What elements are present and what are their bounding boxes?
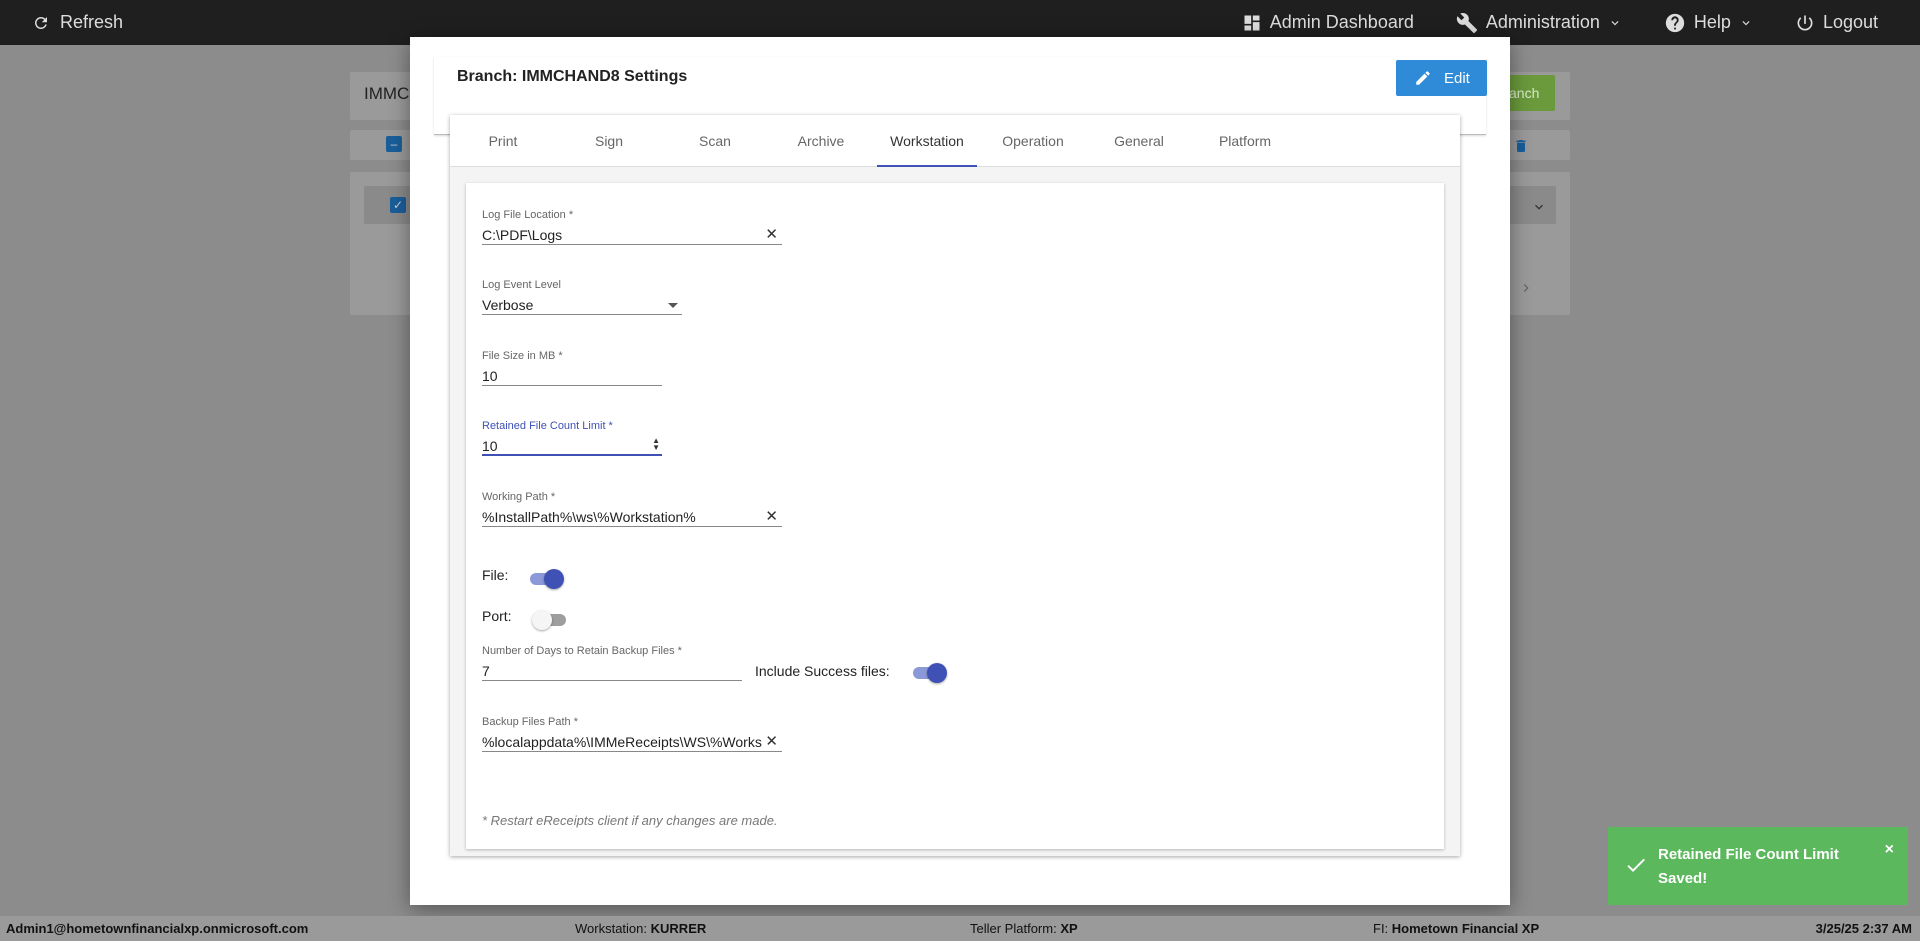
modal-title: Branch: IMMCHAND8 Settings bbox=[457, 68, 688, 85]
backup-path-value: %localappdata%\IMMeReceipts\WS\%Works bbox=[482, 734, 762, 750]
tab-archive[interactable]: Archive bbox=[771, 115, 871, 167]
footer-teller: Teller Platform: XP bbox=[970, 921, 1078, 936]
toast-message: Retained File Count Limit Saved! bbox=[1658, 846, 1839, 887]
tab-sign[interactable]: Sign bbox=[559, 115, 659, 167]
logout-label: Logout bbox=[1822, 12, 1878, 32]
backup-path-field: Backup Files Path * %localappdata%\IMMeR… bbox=[482, 716, 782, 752]
file-toggle[interactable] bbox=[528, 569, 564, 589]
number-stepper-icon[interactable]: ▲ ▼ bbox=[652, 437, 660, 452]
logout-button[interactable]: Logout bbox=[1795, 12, 1878, 33]
restart-note: * Restart eReceipts client if any change… bbox=[482, 813, 778, 828]
refresh-label: Refresh bbox=[60, 12, 124, 32]
tab-scan[interactable]: Scan bbox=[665, 115, 765, 167]
port-toggle-knob bbox=[532, 610, 552, 630]
dropdown-arrow-icon bbox=[668, 303, 678, 308]
wrench-icon bbox=[1456, 12, 1477, 33]
help-label: Help bbox=[1693, 12, 1731, 32]
edit-label: Edit bbox=[1444, 69, 1470, 87]
chevron-right-icon bbox=[1523, 284, 1529, 292]
clear-icon[interactable]: ✕ bbox=[765, 507, 778, 526]
refresh-button[interactable]: Refresh bbox=[32, 0, 123, 45]
tab-general[interactable]: General bbox=[1089, 115, 1189, 167]
tab-operation[interactable]: Operation bbox=[983, 115, 1083, 167]
port-toggle-label: Port: bbox=[482, 608, 512, 624]
clear-icon[interactable]: ✕ bbox=[765, 225, 778, 244]
include-success-label: Include Success files: bbox=[755, 663, 890, 679]
file-size-value: 10 bbox=[482, 368, 498, 384]
footer-teller-label: Teller Platform: bbox=[970, 921, 1057, 936]
port-toggle[interactable] bbox=[532, 610, 568, 630]
footer-fi-label: FI: bbox=[1373, 921, 1389, 936]
settings-card: Print Sign Scan Archive Workstation Oper… bbox=[450, 115, 1460, 856]
power-icon bbox=[1797, 15, 1813, 31]
include-success-knob bbox=[927, 663, 947, 683]
edit-button[interactable]: Edit bbox=[1396, 60, 1487, 96]
retained-file-count-input[interactable]: 10 ▲ ▼ bbox=[482, 434, 662, 456]
file-toggle-label: File: bbox=[482, 567, 509, 583]
working-path-input[interactable]: %InstallPath%\ws\%Workstation% ✕ bbox=[482, 505, 782, 527]
help-menu[interactable]: Help bbox=[1664, 12, 1753, 34]
status-bar: Admin1@hometownfinancialxp.onmicrosoft.c… bbox=[0, 916, 1920, 941]
log-file-location-field: Log File Location * C:\PDF\Logs ✕ bbox=[482, 209, 782, 245]
footer-fi: FI: Hometown Financial XP bbox=[1373, 921, 1539, 936]
footer-workstation: Workstation: KURRER bbox=[575, 921, 706, 936]
settings-tabs: Print Sign Scan Archive Workstation Oper… bbox=[450, 115, 1460, 167]
footer-workstation-label: Workstation: bbox=[575, 921, 648, 936]
background-row-checkbox: ✓ bbox=[390, 197, 406, 213]
chevron-down-icon bbox=[1611, 20, 1619, 25]
admin-dashboard-link[interactable]: Admin Dashboard bbox=[1242, 12, 1414, 33]
file-size-field: File Size in MB * 10 bbox=[482, 350, 662, 386]
background-search-value: IMMCI bbox=[364, 84, 415, 103]
log-event-level-label: Log Event Level bbox=[482, 279, 561, 291]
footer-datetime: 3/25/25 2:37 AM bbox=[1815, 921, 1912, 936]
retain-days-label: Number of Days to Retain Backup Files * bbox=[482, 645, 682, 657]
retain-days-field: Number of Days to Retain Backup Files * … bbox=[482, 645, 742, 681]
footer-fi-value: Hometown Financial XP bbox=[1391, 921, 1540, 936]
administration-label: Administration bbox=[1485, 12, 1600, 32]
working-path-field: Working Path * %InstallPath%\ws\%Worksta… bbox=[482, 491, 782, 527]
backup-path-input[interactable]: %localappdata%\IMMeReceipts\WS\%Works ✕ bbox=[482, 730, 782, 752]
pencil-icon bbox=[1416, 71, 1430, 85]
tab-print[interactable]: Print bbox=[453, 115, 553, 167]
include-success-toggle[interactable] bbox=[911, 663, 947, 683]
chevron-down-icon bbox=[1535, 204, 1543, 210]
footer-user: Admin1@hometownfinancialxp.onmicrosoft.c… bbox=[6, 921, 309, 936]
tab-workstation[interactable]: Workstation bbox=[877, 115, 977, 167]
retained-file-count-field: Retained File Count Limit * 10 ▲ ▼ bbox=[482, 420, 662, 456]
dashboard-icon bbox=[1244, 15, 1260, 30]
checkmark-icon bbox=[1627, 858, 1645, 872]
footer-teller-value: XP bbox=[1060, 921, 1078, 936]
success-toast: Retained File Count Limit Saved! × bbox=[1608, 827, 1908, 905]
retain-days-value: 7 bbox=[482, 663, 490, 679]
working-path-value: %InstallPath%\ws\%Workstation% bbox=[482, 509, 696, 525]
tab-platform[interactable]: Platform bbox=[1195, 115, 1295, 167]
clear-icon[interactable]: ✕ bbox=[763, 732, 778, 751]
trash-icon bbox=[1516, 140, 1526, 152]
log-event-level-value: Verbose bbox=[482, 297, 534, 313]
workstation-settings-form: Log File Location * C:\PDF\Logs ✕ Log Ev… bbox=[466, 183, 1444, 849]
refresh-icon bbox=[34, 16, 47, 29]
file-toggle-knob bbox=[544, 569, 564, 589]
admin-dashboard-label: Admin Dashboard bbox=[1269, 12, 1414, 32]
retained-file-count-value: 10 bbox=[482, 438, 498, 454]
log-event-level-select[interactable]: Verbose bbox=[482, 293, 682, 315]
close-icon[interactable]: × bbox=[1885, 841, 1894, 859]
log-event-level-field: Log Event Level Verbose bbox=[482, 279, 682, 315]
log-file-location-label: Log File Location * bbox=[482, 209, 574, 221]
working-path-label: Working Path * bbox=[482, 491, 556, 503]
log-file-location-value: C:\PDF\Logs bbox=[482, 227, 563, 243]
backup-path-label: Backup Files Path * bbox=[482, 716, 578, 728]
retain-days-input[interactable]: 7 bbox=[482, 659, 742, 681]
retained-file-count-label: Retained File Count Limit * bbox=[482, 420, 613, 432]
branch-settings-modal: Branch: IMMCHAND8 Settings Edit Print Si… bbox=[410, 37, 1510, 905]
log-file-location-input[interactable]: C:\PDF\Logs ✕ bbox=[482, 223, 782, 245]
file-size-input[interactable]: 10 bbox=[482, 364, 662, 386]
administration-menu[interactable]: Administration bbox=[1456, 12, 1622, 34]
chevron-down-icon bbox=[1742, 20, 1750, 25]
file-size-label: File Size in MB * bbox=[482, 350, 563, 362]
footer-workstation-value: KURRER bbox=[650, 921, 707, 936]
help-icon bbox=[1665, 13, 1685, 32]
background-select-all-checkbox: – bbox=[386, 136, 402, 152]
